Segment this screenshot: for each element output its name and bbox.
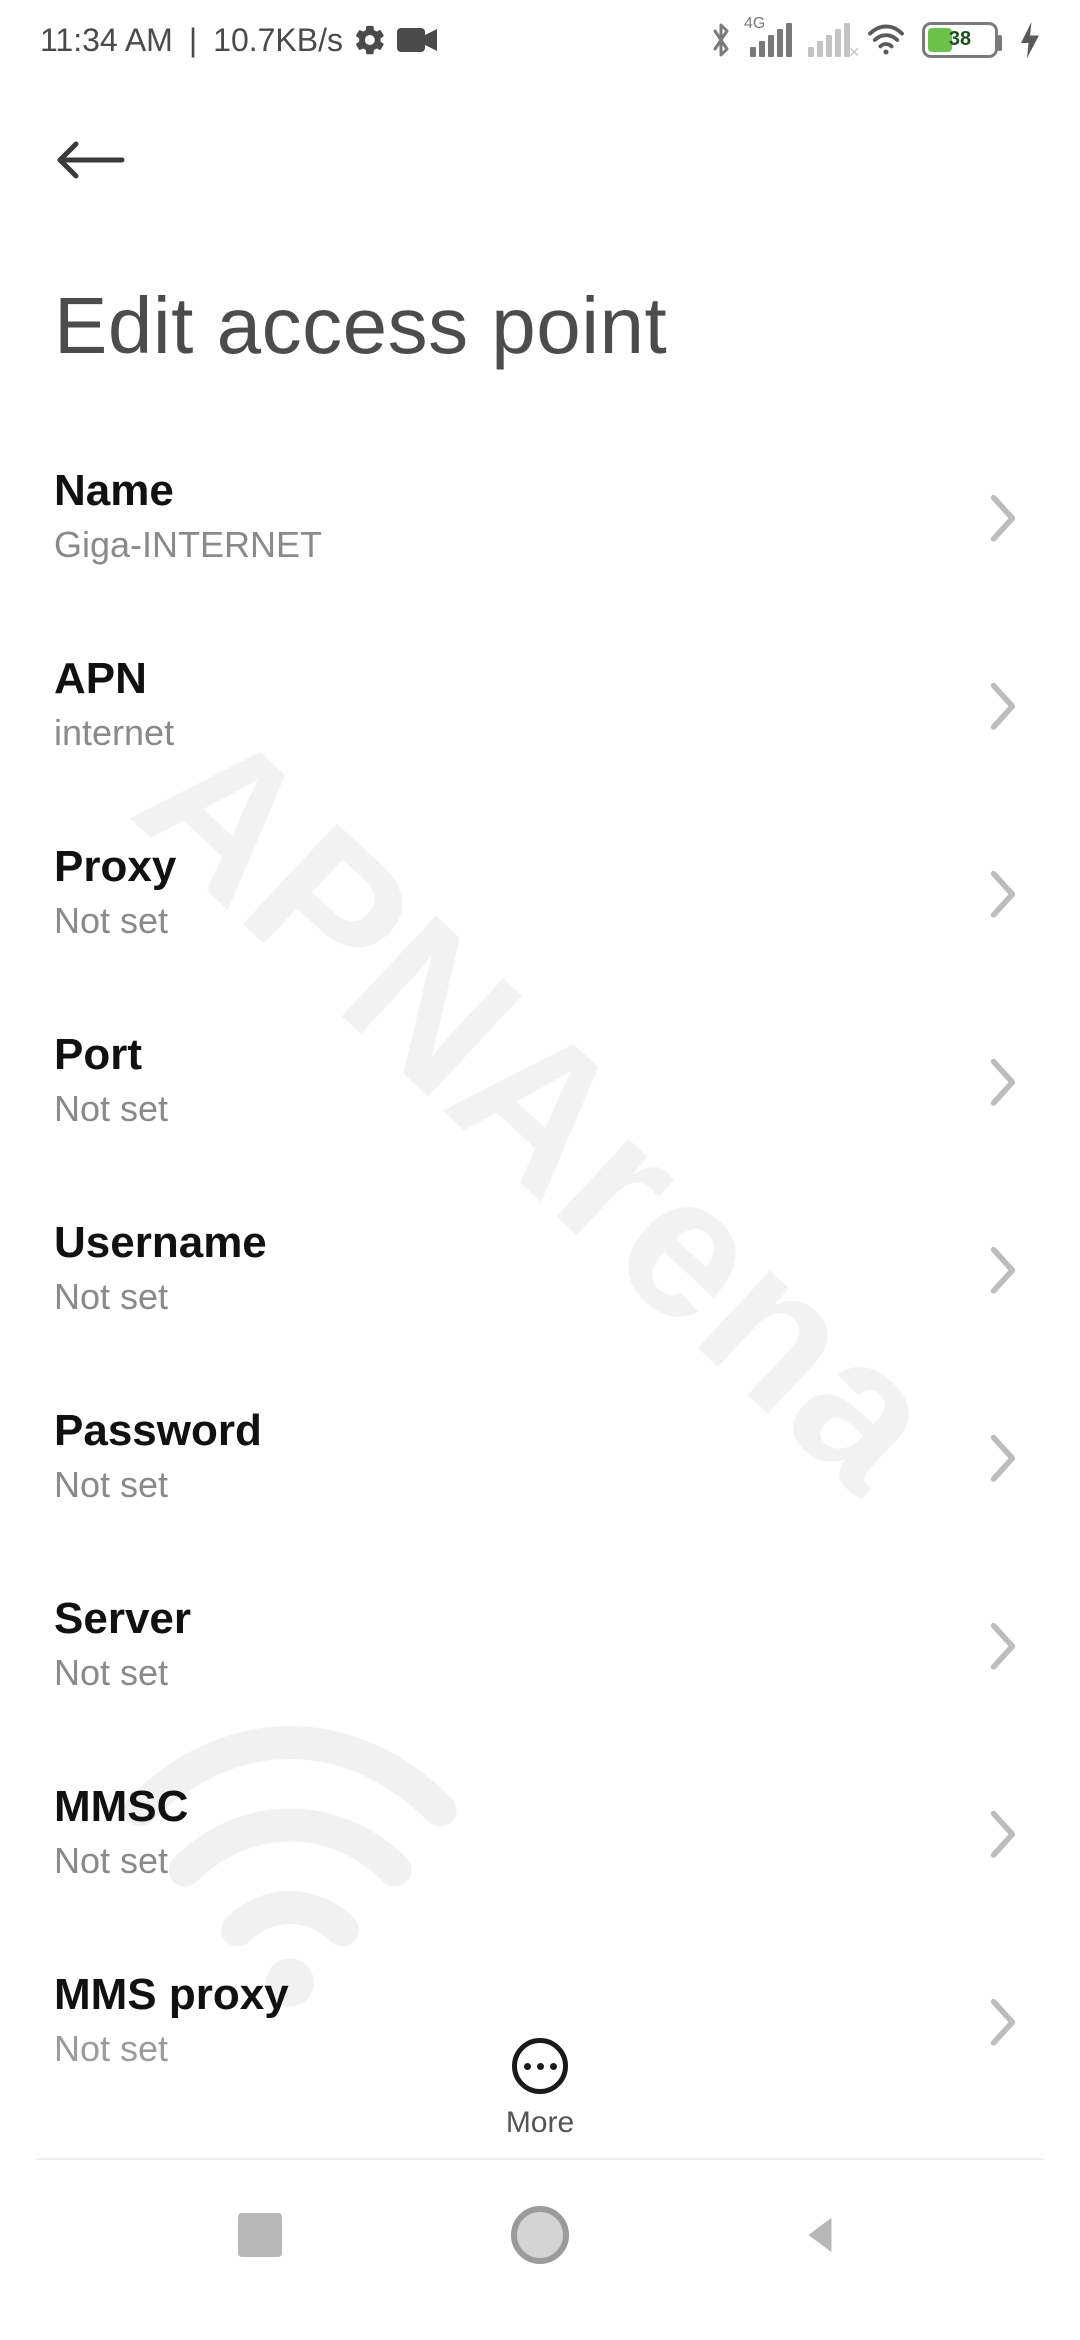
wifi-icon <box>866 24 906 56</box>
setting-row-password[interactable]: Password Not set <box>0 1362 1080 1550</box>
back-arrow-icon <box>54 135 126 185</box>
setting-value: internet <box>54 712 174 754</box>
camera-icon <box>397 26 437 54</box>
setting-value: Not set <box>54 900 176 942</box>
chevron-right-icon <box>988 1432 1018 1480</box>
setting-label: Proxy <box>54 842 176 892</box>
setting-value: Not set <box>54 1088 168 1130</box>
battery-percent: 38 <box>949 28 971 51</box>
triangle-back-icon <box>797 2212 843 2258</box>
signal-sim2-nosim: ✕ <box>808 23 850 57</box>
setting-row-username[interactable]: Username Not set <box>0 1174 1080 1362</box>
chevron-right-icon <box>988 492 1018 540</box>
setting-label: MMS proxy <box>54 1970 289 2020</box>
setting-value: Not set <box>54 1652 191 1694</box>
chevron-right-icon <box>988 1808 1018 1856</box>
status-divider: | <box>189 22 197 59</box>
nav-back-button[interactable] <box>760 2175 880 2295</box>
app-bar <box>0 80 1080 210</box>
status-bar-right: 4G ✕ 38 <box>708 22 1040 58</box>
status-net-speed: 10.7KB/s <box>213 22 343 59</box>
setting-row-proxy[interactable]: Proxy Not set <box>0 798 1080 986</box>
status-bar: 11:34 AM | 10.7KB/s 4G ✕ 38 <box>0 0 1080 80</box>
setting-label: APN <box>54 654 174 704</box>
bluetooth-icon <box>708 22 734 58</box>
setting-value: Giga-INTERNET <box>54 524 322 566</box>
chevron-right-icon <box>988 1056 1018 1104</box>
setting-value: Not set <box>54 1840 188 1882</box>
page-title: Edit access point <box>0 210 1080 392</box>
battery-icon: 38 <box>922 22 998 58</box>
setting-label: Name <box>54 466 322 516</box>
chevron-right-icon <box>988 1996 1018 2044</box>
more-label: More <box>506 2106 574 2140</box>
status-time: 11:34 AM <box>40 22 173 59</box>
chevron-right-icon <box>988 1244 1018 1292</box>
setting-row-name[interactable]: Name Giga-INTERNET <box>0 422 1080 610</box>
circle-icon <box>511 2206 569 2264</box>
setting-value: Not set <box>54 2028 289 2070</box>
setting-row-port[interactable]: Port Not set <box>0 986 1080 1174</box>
gear-icon <box>353 23 387 57</box>
setting-row-mmsc[interactable]: MMSC Not set <box>0 1738 1080 1926</box>
setting-label: Port <box>54 1030 168 1080</box>
nav-home-button[interactable] <box>480 2175 600 2295</box>
square-icon <box>238 2213 282 2257</box>
setting-label: MMSC <box>54 1782 188 1832</box>
nav-recents-button[interactable] <box>200 2175 320 2295</box>
setting-label: Server <box>54 1594 191 1644</box>
status-bar-left: 11:34 AM | 10.7KB/s <box>40 22 437 59</box>
chevron-right-icon <box>988 1620 1018 1668</box>
setting-row-mms-proxy[interactable]: MMS proxy Not set <box>0 1926 1080 2070</box>
chevron-right-icon <box>988 680 1018 728</box>
charging-bolt-icon <box>1014 22 1040 58</box>
setting-label: Password <box>54 1406 262 1456</box>
setting-label: Username <box>54 1218 267 1268</box>
settings-list: Name Giga-INTERNET APN internet Proxy No… <box>0 392 1080 2070</box>
system-nav-bar <box>0 2160 1080 2340</box>
chevron-right-icon <box>988 868 1018 916</box>
setting-value: Not set <box>54 1464 262 1506</box>
setting-value: Not set <box>54 1276 267 1318</box>
setting-row-server[interactable]: Server Not set <box>0 1550 1080 1738</box>
setting-row-apn[interactable]: APN internet <box>0 610 1080 798</box>
signal-sim1: 4G <box>750 23 792 57</box>
signal-4g-label: 4G <box>744 15 765 33</box>
back-button[interactable] <box>54 120 134 200</box>
